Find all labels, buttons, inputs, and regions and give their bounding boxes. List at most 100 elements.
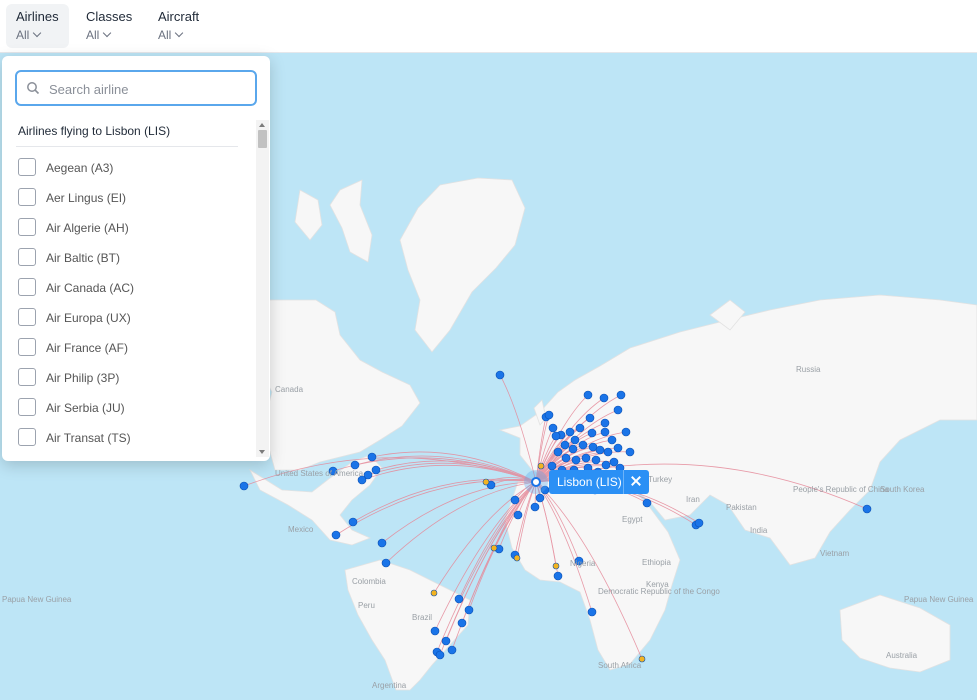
airport-marker-secondary[interactable] xyxy=(537,462,545,470)
aircraft-filter[interactable]: Aircraft All xyxy=(148,4,209,48)
list-item[interactable]: Air Algerie (AH) xyxy=(16,214,256,244)
airport-marker[interactable] xyxy=(441,636,451,646)
airport-marker[interactable] xyxy=(581,453,591,463)
checkbox[interactable] xyxy=(18,248,36,266)
scroll-up-icon[interactable] xyxy=(259,123,265,127)
airport-marker[interactable] xyxy=(430,626,440,636)
label-india: India xyxy=(750,526,768,535)
airport-marker[interactable] xyxy=(367,452,377,462)
airport-marker[interactable] xyxy=(553,571,563,581)
airport-marker[interactable] xyxy=(600,418,610,428)
airport-marker[interactable] xyxy=(371,465,381,475)
airport-marker[interactable] xyxy=(544,410,554,420)
checkbox[interactable] xyxy=(18,338,36,356)
airport-marker[interactable] xyxy=(613,443,623,453)
airport-marker[interactable] xyxy=(447,645,457,655)
list-item[interactable]: Air Serbia (JU) xyxy=(16,394,256,424)
airport-marker[interactable] xyxy=(435,650,445,660)
airport-marker[interactable] xyxy=(565,427,575,437)
list-item[interactable]: Air Canada (AC) xyxy=(16,274,256,304)
airport-marker[interactable] xyxy=(561,453,571,463)
list-item[interactable]: Air Transat (TS) xyxy=(16,424,256,454)
airport-marker[interactable] xyxy=(600,427,610,437)
airport-marker[interactable] xyxy=(613,405,623,415)
airport-marker-secondary[interactable] xyxy=(552,562,560,570)
list-item[interactable]: Aer Lingus (EI) xyxy=(16,184,256,214)
airlines-filter[interactable]: Airlines All xyxy=(6,4,69,48)
airport-marker[interactable] xyxy=(585,413,595,423)
airport-marker[interactable] xyxy=(603,447,613,457)
airport-marker[interactable] xyxy=(595,445,605,455)
airport-marker[interactable] xyxy=(381,558,391,568)
airport-marker[interactable] xyxy=(570,435,580,445)
airport-marker[interactable] xyxy=(454,594,464,604)
search-box[interactable] xyxy=(15,70,257,106)
airport-marker[interactable] xyxy=(464,605,474,615)
airport-marker-secondary[interactable] xyxy=(490,544,498,552)
airport-marker[interactable] xyxy=(530,502,540,512)
airline-label: Air Canada (AC) xyxy=(46,281,135,295)
airport-marker[interactable] xyxy=(331,530,341,540)
airport-marker[interactable] xyxy=(616,390,626,400)
lisbon-marker[interactable] xyxy=(531,477,541,487)
airport-marker[interactable] xyxy=(350,460,360,470)
airport-marker[interactable] xyxy=(607,435,617,445)
checkbox[interactable] xyxy=(18,308,36,326)
airport-marker[interactable] xyxy=(568,444,578,454)
airport-marker[interactable] xyxy=(642,498,652,508)
airport-marker[interactable] xyxy=(513,510,523,520)
airport-marker[interactable] xyxy=(548,423,558,433)
scrollbar-thumb[interactable] xyxy=(258,130,267,148)
list-item[interactable]: Air Baltic (BT) xyxy=(16,244,256,274)
checkbox[interactable] xyxy=(18,188,36,206)
airport-marker[interactable] xyxy=(547,461,557,471)
airport-marker[interactable] xyxy=(587,607,597,617)
airport-marker[interactable] xyxy=(551,431,561,441)
checkbox[interactable] xyxy=(18,368,36,386)
list-item[interactable]: Air Europa (UX) xyxy=(16,304,256,334)
airline-label: Air Transat (TS) xyxy=(46,431,131,445)
checkbox[interactable] xyxy=(18,158,36,176)
airport-marker[interactable] xyxy=(694,518,704,528)
airport-marker[interactable] xyxy=(601,460,611,470)
search-input[interactable] xyxy=(47,78,251,100)
airport-marker[interactable] xyxy=(578,440,588,450)
airport-marker[interactable] xyxy=(621,427,631,437)
checkbox[interactable] xyxy=(18,398,36,416)
classes-filter[interactable]: Classes All xyxy=(76,4,142,48)
airport-marker[interactable] xyxy=(348,517,358,527)
airport-marker[interactable] xyxy=(495,370,505,380)
airport-marker[interactable] xyxy=(535,493,545,503)
label-vietnam: Vietnam xyxy=(820,549,850,558)
airport-marker[interactable] xyxy=(587,428,597,438)
label-nigeria: Nigeria xyxy=(570,559,596,568)
airport-marker[interactable] xyxy=(591,455,601,465)
airport-marker[interactable] xyxy=(862,504,872,514)
airport-marker[interactable] xyxy=(571,455,581,465)
scroll-down-icon[interactable] xyxy=(259,450,265,454)
airport-marker[interactable] xyxy=(599,393,609,403)
list-item[interactable]: Aegean (A3) xyxy=(16,154,256,184)
list-title: Airlines flying to Lisbon (LIS) xyxy=(18,124,171,138)
list-item[interactable]: Air Philip (3P) xyxy=(16,364,256,394)
airport-marker[interactable] xyxy=(377,538,387,548)
airport-marker[interactable] xyxy=(583,390,593,400)
airport-marker[interactable] xyxy=(457,618,467,628)
airport-marker[interactable] xyxy=(560,440,570,450)
close-icon[interactable] xyxy=(623,470,648,494)
airport-marker-secondary[interactable] xyxy=(513,554,521,562)
checkbox[interactable] xyxy=(18,428,36,446)
airport-marker[interactable] xyxy=(510,495,520,505)
airport-marker-secondary[interactable] xyxy=(482,478,490,486)
checkbox[interactable] xyxy=(18,218,36,236)
airport-marker-secondary[interactable] xyxy=(430,589,438,597)
airport-marker[interactable] xyxy=(609,457,619,467)
airport-marker[interactable] xyxy=(625,447,635,457)
label-usa: United States of America xyxy=(275,469,364,478)
scrollbar[interactable] xyxy=(256,120,269,457)
list-item[interactable]: Air France (AF) xyxy=(16,334,256,364)
checkbox[interactable] xyxy=(18,278,36,296)
airport-marker[interactable] xyxy=(239,481,249,491)
airport-marker[interactable] xyxy=(575,423,585,433)
airport-marker[interactable] xyxy=(553,447,563,457)
